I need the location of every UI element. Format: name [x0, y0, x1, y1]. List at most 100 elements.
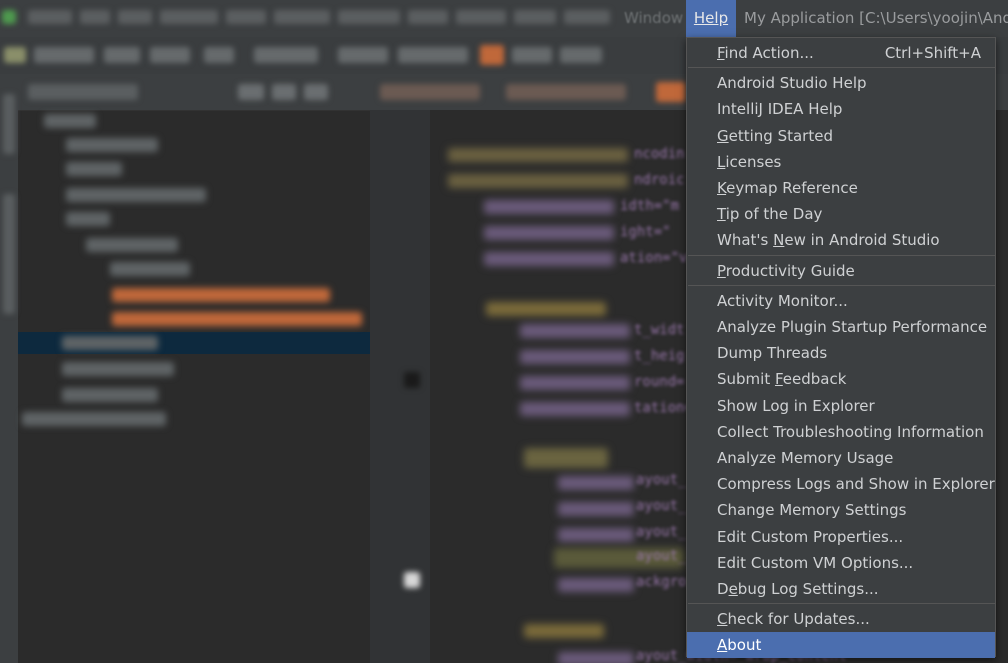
tree-node-xml[interactable]	[62, 388, 158, 402]
debug-icon[interactable]	[512, 47, 552, 63]
menu-item-edit-custom-properties[interactable]: Edit Custom Properties...	[687, 524, 995, 550]
tree-node-app[interactable]	[44, 114, 96, 128]
code-fragment: ayout_	[636, 498, 687, 514]
redo-icon[interactable]	[204, 47, 234, 63]
menu-item-find-action[interactable]: Find Action... Ctrl+Shift+A	[687, 40, 995, 66]
menu-item-about[interactable]: About	[687, 632, 995, 659]
menu-item-keymap-reference[interactable]: Keymap Reference	[687, 175, 995, 201]
tree-node-xml-file-2[interactable]	[112, 312, 362, 326]
tree-node-values[interactable]	[62, 362, 174, 376]
hammer-icon[interactable]	[254, 47, 318, 63]
menu-item-refactor[interactable]	[338, 10, 400, 24]
menu-item-activity-monitor[interactable]: Activity Monitor...	[687, 288, 995, 314]
menu-item-label: IntelliJ IDEA Help	[717, 100, 843, 119]
tree-node-res[interactable]	[66, 212, 110, 226]
resource-manager-button[interactable]	[3, 194, 15, 314]
menu-item-navigate[interactable]	[160, 10, 218, 24]
run-icon[interactable]	[480, 45, 504, 65]
menu-item-edit-custom-vm-options[interactable]: Edit Custom VM Options...	[687, 550, 995, 576]
menu-item-productivity-guide[interactable]: Productivity Guide	[687, 258, 995, 284]
menu-item-view[interactable]	[118, 10, 152, 24]
menu-item-what-s-new-in-android-studio[interactable]: What's New in Android Studio	[687, 227, 995, 253]
menu-item-build[interactable]	[408, 10, 448, 24]
editor-tab-java[interactable]	[380, 84, 480, 100]
code-fragment: t_widt	[634, 322, 685, 338]
tree-node-drawable[interactable]	[86, 238, 178, 252]
menu-item-label: Compress Logs and Show in Explorer	[717, 475, 995, 494]
menu-item-label: Licenses	[717, 152, 782, 171]
menu-item-label: What's New in Android Studio	[717, 231, 940, 250]
menu-separator	[688, 603, 996, 605]
menu-item-android-studio-help[interactable]: Android Studio Help	[687, 70, 995, 96]
menu-item-licenses[interactable]: Licenses	[687, 149, 995, 175]
menu-item-code[interactable]	[226, 10, 266, 24]
menu-item-collect-troubleshooting-information[interactable]: Collect Troubleshooting Information	[687, 419, 995, 445]
menu-item-tip-of-the-day[interactable]: Tip of the Day	[687, 201, 995, 227]
tree-node-layout[interactable]	[110, 262, 190, 276]
menu-item-label: Check for Updates...	[717, 610, 870, 629]
code-fragment: t_heig	[634, 348, 685, 364]
tree-node-xml-file-1[interactable]	[112, 288, 330, 302]
menu-item-help[interactable]: Help	[686, 0, 736, 37]
open-folder-icon[interactable]	[4, 47, 26, 63]
tree-node-manifests[interactable]	[66, 138, 158, 152]
code-line-attr	[520, 350, 630, 364]
menu-item-label: Collect Troubleshooting Information	[717, 422, 984, 441]
project-tool-button[interactable]	[3, 94, 15, 154]
settings-gear-icon[interactable]	[304, 84, 328, 100]
left-tool-strip	[0, 74, 18, 663]
menu-item-run[interactable]	[456, 10, 506, 24]
menu-item-tools[interactable]	[514, 10, 556, 24]
main-menu-bar: Window Help My Application [C:\Users\yoo…	[0, 0, 1008, 37]
menu-item-label: Change Memory Settings	[717, 501, 907, 520]
menu-item-label: Android Studio Help	[717, 74, 867, 93]
menu-item-debug-log-settings[interactable]: Debug Log Settings...	[687, 576, 995, 602]
tree-node-gradle-scripts[interactable]	[22, 412, 166, 426]
collapse-icon[interactable]	[272, 84, 296, 100]
profile-icon[interactable]	[560, 47, 602, 63]
code-line-tag	[524, 624, 604, 638]
menu-item-change-memory-settings[interactable]: Change Memory Settings	[687, 497, 995, 523]
menu-item-window[interactable]: Window	[624, 0, 683, 37]
menu-item-analyze-plugin-startup-performance[interactable]: Analyze Plugin Startup Performance	[687, 314, 995, 340]
menu-item-analyze[interactable]	[274, 10, 330, 24]
menu-item-label: Getting Started	[717, 126, 833, 145]
tree-node-mipmap[interactable]	[62, 336, 158, 350]
editor-tab-xml[interactable]	[506, 84, 626, 100]
sync-icon[interactable]	[104, 47, 140, 63]
save-icon[interactable]	[34, 47, 94, 63]
menu-item-label: Submit Feedback	[717, 370, 847, 389]
menu-item-intellij-idea-help[interactable]: IntelliJ IDEA Help	[687, 96, 995, 122]
menu-separator	[688, 254, 996, 256]
menu-item-analyze-memory-usage[interactable]: Analyze Memory Usage	[687, 445, 995, 471]
menu-item-file[interactable]	[28, 10, 72, 24]
code-fragment: ackgro	[636, 574, 687, 590]
menu-app-icon[interactable]	[2, 10, 16, 24]
sync-project-icon[interactable]	[238, 84, 264, 100]
menu-item-dump-threads[interactable]: Dump Threads	[687, 340, 995, 366]
window-title: My Application [C:\Users\yoojin\And	[744, 9, 1008, 27]
tree-node-java[interactable]	[66, 162, 122, 176]
code-fragment: ncodin	[634, 146, 685, 162]
code-line-attr	[484, 200, 614, 214]
undo-icon[interactable]	[150, 47, 190, 63]
run-config-selector[interactable]	[398, 47, 468, 63]
menu-item-label: Activity Monitor...	[717, 291, 848, 310]
code-line-attr	[484, 226, 614, 240]
code-line-attr	[558, 476, 634, 490]
menu-item-show-log-in-explorer[interactable]: Show Log in Explorer	[687, 393, 995, 419]
editor-tab-active[interactable]	[656, 82, 686, 102]
code-fragment: round=	[634, 374, 685, 390]
menu-item-check-for-updates[interactable]: Check for Updates...	[687, 606, 995, 632]
menu-item-vcs[interactable]	[564, 10, 610, 24]
menu-separator	[688, 284, 996, 286]
menu-item-getting-started[interactable]: Getting Started	[687, 123, 995, 149]
menu-item-edit[interactable]	[80, 10, 110, 24]
tree-node-java-generated[interactable]	[66, 188, 206, 202]
project-view-selector[interactable]	[28, 84, 138, 100]
menu-item-submit-feedback[interactable]: Submit Feedback	[687, 366, 995, 392]
device-selector[interactable]	[338, 47, 388, 63]
code-fragment: ndroic	[634, 172, 685, 188]
menu-item-compress-logs-and-show-in-explorer[interactable]: Compress Logs and Show in Explorer	[687, 471, 995, 497]
gutter-color-swatch	[404, 572, 420, 588]
